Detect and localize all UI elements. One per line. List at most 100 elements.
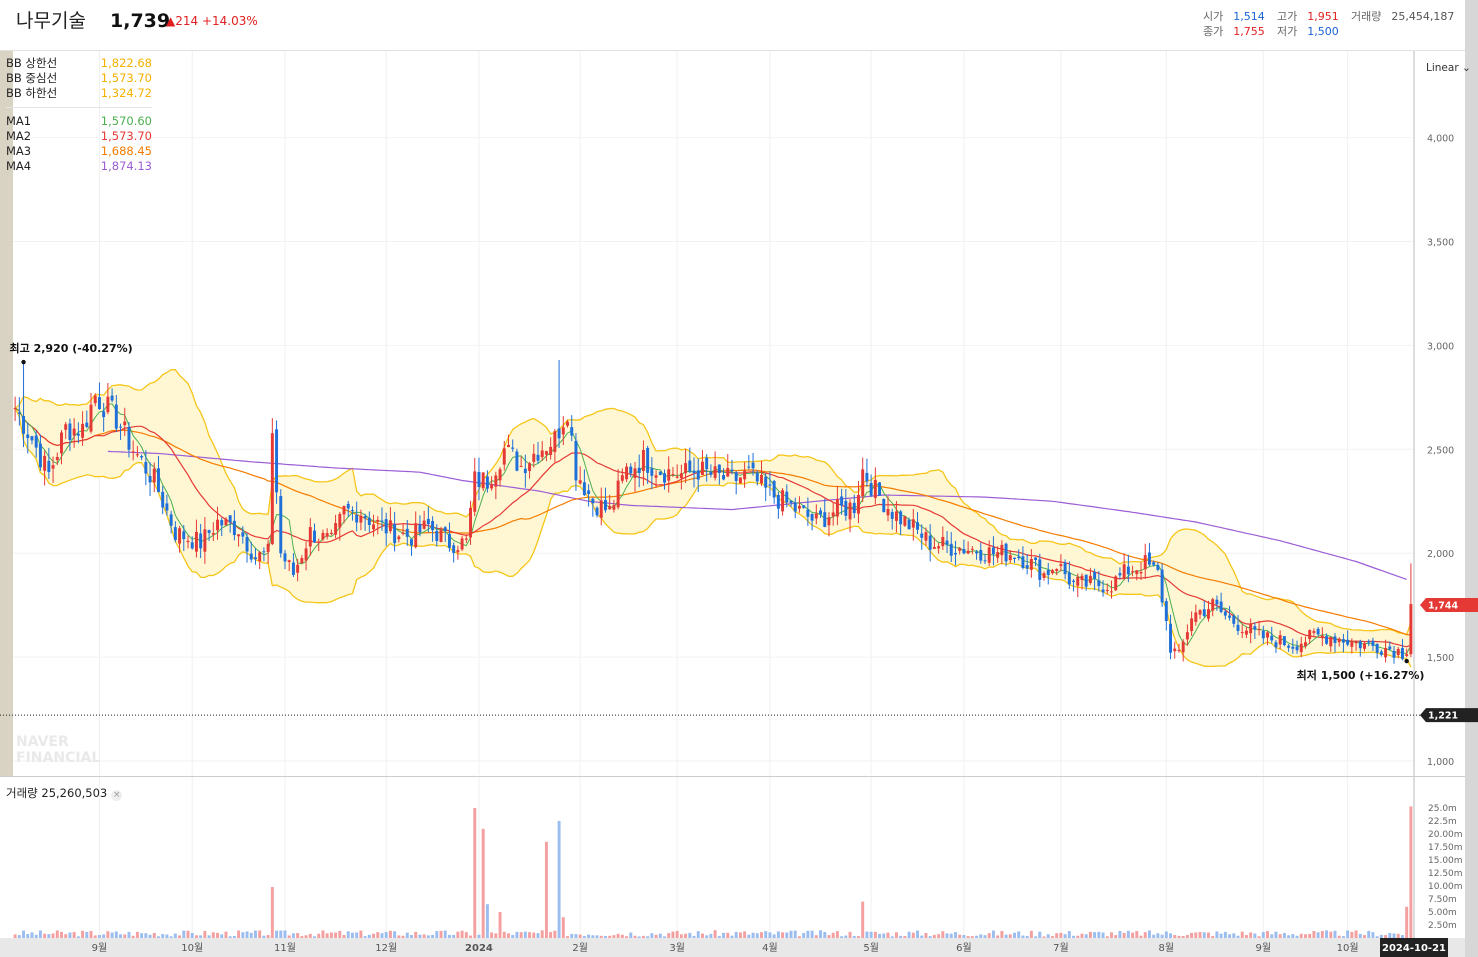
candle-body (566, 421, 569, 426)
volume-bar (291, 933, 295, 938)
volume-bar (781, 932, 785, 938)
volume-bar (1295, 935, 1299, 938)
volume-bar (498, 912, 502, 938)
volume-bar (911, 932, 915, 938)
candle-body (43, 455, 47, 471)
candle-body (1325, 636, 1329, 644)
volume-bar (401, 935, 405, 938)
candle-body (473, 471, 477, 512)
volume-bar (1055, 933, 1059, 938)
candle-body (203, 529, 207, 552)
volume-bar (675, 930, 679, 938)
candle-body (726, 468, 730, 477)
volume-bar (1160, 934, 1164, 938)
volume-bar (485, 904, 489, 938)
volume-bar (55, 930, 59, 938)
candle-body (975, 551, 979, 554)
volume-bar (220, 934, 224, 938)
volume-bar (1156, 933, 1160, 938)
volume-bar (1076, 935, 1080, 938)
candle-body (1291, 646, 1295, 649)
volume-bar (422, 934, 426, 938)
volume-bar (359, 930, 363, 938)
volume-bar (802, 932, 806, 938)
legend-label: BB 중심선 (6, 70, 58, 85)
volume-bar (633, 935, 637, 938)
volume-bar (1013, 932, 1016, 938)
volume-bar (245, 931, 249, 938)
volume-bar (1080, 933, 1084, 938)
candle-body (772, 480, 776, 498)
candle-body (216, 519, 219, 531)
volume-bar (1152, 934, 1156, 938)
candle-body (713, 466, 717, 478)
candle-body (106, 396, 110, 413)
volume-bar (937, 934, 941, 938)
candle-body (38, 443, 42, 468)
volume-bar (1215, 931, 1219, 938)
legend-value: 1,573.70 (100, 129, 152, 144)
candle-body (1379, 651, 1383, 655)
candle-body (376, 519, 380, 522)
candle-body (1232, 615, 1236, 624)
volume-bar (22, 930, 26, 938)
price-chart[interactable]: 최고 2,920 (-40.27%) 최저 1,500 (+16.27%) NAVE… (0, 0, 1478, 957)
candle-body (1101, 589, 1105, 593)
volume-bar (958, 934, 962, 938)
candle-body (633, 468, 637, 478)
candle-body (1270, 635, 1274, 641)
candle-body (515, 451, 519, 471)
candle-body (199, 533, 203, 549)
volume-bar (1350, 931, 1354, 938)
volume-bar (296, 933, 300, 938)
volume-bar (47, 934, 51, 938)
candle-body (785, 491, 789, 503)
volume-bar (924, 932, 928, 938)
close-icon[interactable]: × (111, 790, 123, 801)
volume-bar (152, 932, 156, 938)
volume-bar (1384, 935, 1388, 938)
candle-body (431, 520, 435, 531)
candle-body (507, 444, 510, 448)
candle-body (64, 424, 68, 430)
volume-bar (426, 935, 430, 938)
scale-mode-dropdown[interactable]: Linear ⌄ (1426, 62, 1471, 74)
volume-bar (760, 932, 763, 938)
candle-body (857, 494, 860, 514)
volume-bar (646, 936, 650, 938)
volume-tick-label: 15.00m (1428, 856, 1463, 866)
volume-bar (532, 932, 536, 938)
volume-bar (1287, 935, 1291, 938)
volume-bar (966, 936, 970, 938)
volume-bar (1181, 935, 1185, 938)
volume-bar (1270, 934, 1274, 938)
volume-bar (405, 932, 409, 938)
volume-bar (376, 932, 380, 938)
candle-body (789, 500, 793, 503)
candle-body (456, 550, 460, 553)
volume-bar (1177, 935, 1181, 938)
candle-body (1346, 639, 1350, 645)
candle-body (675, 476, 679, 478)
volume-bar (313, 936, 316, 938)
volume-bar (886, 932, 890, 938)
volume-bar (797, 936, 801, 938)
candle-body (776, 495, 780, 509)
reference-price-tag-label: 1,221 (1428, 711, 1458, 722)
candle-body (1219, 601, 1223, 612)
chart-frame: 나무기술 1,739 ▲214 +14.03% 시가 1,514 종가 1,755 … (0, 0, 1478, 957)
legend-label: MA2 (6, 129, 32, 144)
volume-bar (1274, 931, 1278, 938)
candle-body (945, 540, 949, 545)
volume-bar (64, 934, 68, 938)
candle-body (700, 461, 704, 475)
candle-body (819, 510, 823, 515)
candle-body (1025, 565, 1029, 569)
volume-bar (637, 936, 641, 938)
candle-body (152, 468, 156, 483)
candle-body (1143, 555, 1147, 570)
candle-body (131, 451, 135, 453)
volume-bar (717, 936, 721, 938)
volume-bar (1105, 936, 1109, 938)
volume-bar (1375, 936, 1379, 938)
